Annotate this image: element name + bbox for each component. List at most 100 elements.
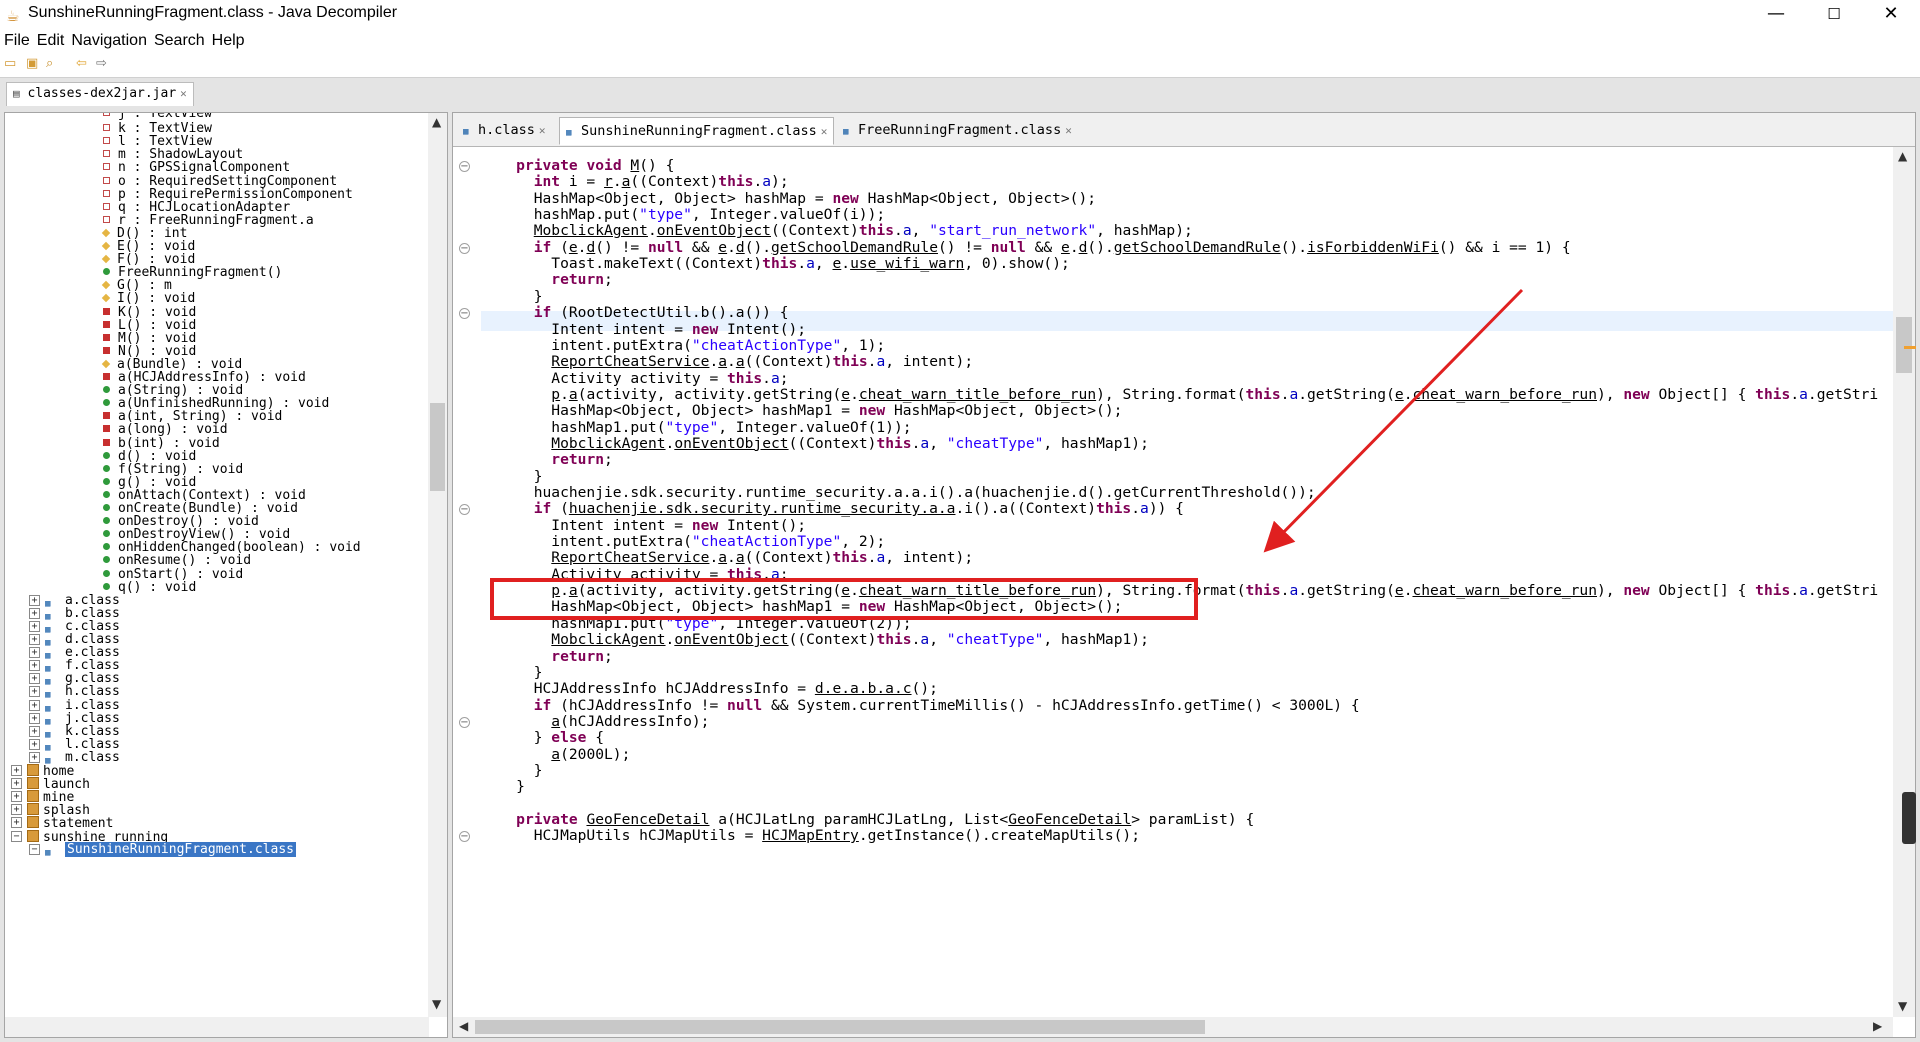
tree-item[interactable]: onHiddenChanged(boolean) : void (103, 541, 361, 554)
expand-icon[interactable]: + (29, 594, 40, 606)
close-tab-icon[interactable]: ✕ (180, 87, 187, 100)
expand-icon[interactable]: + (29, 686, 40, 698)
close-tab-icon[interactable]: ✕ (1065, 124, 1072, 137)
fold-toggle-icon[interactable]: − (459, 242, 470, 254)
menu-navigation[interactable]: Navigation (67, 30, 150, 51)
decompiled-source[interactable]: private void M() { int i = r.a((Context)… (481, 147, 1893, 1017)
scroll-left-arrow-icon[interactable]: ◀ (459, 1019, 468, 1033)
tree-item[interactable]: M() : void (103, 332, 196, 345)
tree-item[interactable]: + ▦ i.class (29, 699, 120, 714)
tree-item[interactable]: d() : void (103, 450, 196, 463)
tree-item[interactable]: + ▦ d.class (29, 633, 120, 648)
tree-item[interactable]: a(long) : void (103, 423, 228, 436)
back-arrow-icon[interactable]: ⇦ (76, 56, 87, 72)
tree-item[interactable]: + splash (11, 803, 90, 817)
search-icon[interactable]: ⌕ (46, 56, 53, 72)
tree-item[interactable]: D() : int (101, 227, 187, 240)
tree-item[interactable]: p : RequirePermissionComponent (103, 188, 353, 201)
tree-item[interactable]: q : HCJLocationAdapter (103, 201, 290, 214)
tree-item[interactable]: E() : void (101, 240, 195, 253)
tree-item[interactable]: j : TextView (103, 113, 212, 120)
menu-file[interactable]: File (0, 30, 33, 51)
expand-icon[interactable]: + (11, 778, 22, 790)
tree-item[interactable]: + ▦ f.class (29, 659, 120, 674)
collapse-icon[interactable]: − (29, 843, 40, 855)
tree-item[interactable]: q() : void (103, 581, 196, 594)
tab-classes-dex2jar[interactable]: ▤ classes-dex2jar.jar ✕ (6, 82, 194, 106)
expand-icon[interactable]: + (11, 791, 22, 803)
collapse-icon[interactable]: − (11, 830, 22, 842)
tree-item[interactable]: b(int) : void (103, 437, 220, 450)
tree-item[interactable]: m : ShadowLayout (103, 148, 243, 161)
menu-help[interactable]: Help (208, 30, 248, 51)
expand-icon[interactable]: + (29, 738, 40, 750)
tree-item[interactable]: + ▦ c.class (29, 620, 120, 635)
tree-item[interactable]: L() : void (103, 319, 196, 332)
code-editor[interactable]: − − − − − − private void M() { int i = r.a((C… (453, 147, 1915, 1037)
tree-item[interactable]: + ▦ a.class (29, 594, 120, 609)
tree-item[interactable]: + ▦ e.class (29, 646, 120, 661)
tree-item[interactable]: N() : void (103, 345, 196, 358)
overview-ruler-handle[interactable] (1902, 792, 1916, 844)
tree-item[interactable]: a(Bundle) : void (101, 358, 242, 371)
fold-toggle-icon[interactable]: − (459, 716, 470, 728)
fold-toggle-icon[interactable]: − (459, 504, 470, 516)
tree-item[interactable]: + launch (11, 777, 90, 791)
tree-item[interactable]: F() : void (101, 253, 195, 266)
open-file-icon[interactable]: ▭ (4, 56, 16, 72)
tree-item[interactable]: − ▦ SunshineRunningFragment.class (29, 841, 296, 858)
tab-h-class[interactable]: ▦ h.class ✕ (457, 117, 552, 145)
fold-toggle-icon[interactable]: − (459, 161, 470, 172)
expand-icon[interactable]: + (29, 607, 40, 619)
tree-item[interactable]: onDestroyView() : void (103, 528, 290, 541)
tree-item[interactable]: + ▦ l.class (29, 738, 120, 753)
tree-horizontal-scrollbar[interactable] (5, 1017, 429, 1037)
tree-item[interactable]: n : GPSSignalComponent (103, 161, 290, 174)
tree-item[interactable]: + ▦ g.class (29, 672, 120, 687)
expand-icon[interactable]: + (11, 804, 22, 816)
tree-item[interactable]: + home (11, 764, 74, 778)
minimize-button[interactable]: — (1747, 0, 1805, 30)
tree-item[interactable]: o : RequiredSettingComponent (103, 175, 337, 188)
expand-icon[interactable]: + (11, 765, 22, 776)
expand-icon[interactable]: + (29, 751, 40, 763)
tree-item[interactable]: I() : void (101, 292, 195, 305)
tree-item[interactable]: + mine (11, 790, 74, 804)
tree-item[interactable]: + ▦ m.class (29, 751, 120, 766)
tree-item[interactable]: − sunshine_running (11, 829, 168, 844)
tree-item[interactable]: a(int, String) : void (103, 410, 282, 423)
tab-sunshinerunningfragment[interactable]: ▦ SunshineRunningFragment.class ✕ (559, 117, 835, 145)
tree-item[interactable]: + statement (11, 816, 113, 830)
tree-item[interactable]: + ▦ j.class (29, 712, 120, 727)
expand-icon[interactable]: + (29, 673, 40, 685)
editor-scroll-thumb[interactable] (1896, 317, 1912, 373)
scroll-up-arrow-icon[interactable]: ▲ (432, 115, 441, 129)
tree-item[interactable]: a(HCJAddressInfo) : void (103, 371, 306, 384)
tree-item[interactable]: onAttach(Context) : void (103, 489, 306, 502)
scroll-down-arrow-icon[interactable]: ▼ (432, 997, 441, 1011)
editor-vertical-scrollbar[interactable]: ▲ ▼ (1893, 147, 1915, 1017)
tree-item[interactable]: FreeRunningFragment() (103, 266, 282, 279)
expand-icon[interactable]: + (29, 712, 40, 724)
tree-item[interactable]: + ▦ h.class (29, 685, 120, 700)
scroll-down-arrow-icon[interactable]: ▼ (1898, 999, 1907, 1013)
tree-item[interactable]: r : FreeRunningFragment.a (103, 214, 314, 227)
tree-item[interactable]: + ▦ k.class (29, 725, 120, 740)
tree-item[interactable]: a(String) : void (103, 384, 243, 397)
menu-search[interactable]: Search (150, 30, 208, 51)
tab-freerunningfragment[interactable]: ▦ FreeRunningFragment.class ✕ (837, 117, 1078, 145)
tree-item[interactable]: onStart() : void (103, 568, 243, 581)
forward-arrow-icon[interactable]: ⇨ (96, 56, 107, 72)
tree-item[interactable]: onCreate(Bundle) : void (103, 502, 298, 515)
editor-horizontal-scrollbar[interactable]: ◀ ▶ (453, 1017, 1893, 1037)
close-tab-icon[interactable]: ✕ (821, 125, 828, 138)
expand-icon[interactable]: + (11, 817, 22, 829)
tree-item[interactable]: K() : void (103, 306, 196, 319)
tree-item[interactable]: onResume() : void (103, 554, 251, 567)
tree-item[interactable]: G() : m (101, 279, 172, 292)
scroll-up-arrow-icon[interactable]: ▲ (1898, 149, 1907, 163)
expand-icon[interactable]: + (29, 634, 40, 645)
tree-item[interactable]: a(UnfinishedRunning) : void (103, 397, 329, 410)
open-folder-icon[interactable]: ▣ (26, 56, 38, 72)
tree-item[interactable]: g() : void (103, 476, 196, 489)
